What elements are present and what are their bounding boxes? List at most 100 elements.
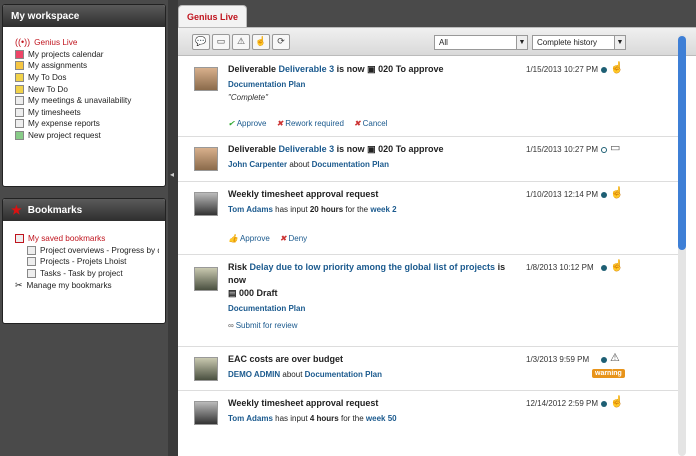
nav-timesheets[interactable]: My timesheets [15, 107, 159, 119]
feed-item: Weekly timesheet approval request Tom Ad… [178, 182, 678, 255]
tab-genius-live[interactable]: Genius Live [178, 5, 248, 27]
state-icon: ▣ [367, 144, 376, 154]
action-bar: ∞ Submit for review [228, 321, 298, 330]
workspace-title: My workspace [11, 10, 80, 22]
user-link[interactable]: Tom Adams [228, 414, 273, 423]
deliverable-link[interactable]: Deliverable 3 [279, 144, 335, 154]
timestamp: 12/14/2012 2:59 PM [526, 399, 599, 408]
plan-link[interactable]: Documentation Plan [305, 370, 382, 379]
timestamp: 1/15/2013 10:27 PM [526, 145, 599, 154]
collapse-handle-icon[interactable]: ◂ [170, 170, 174, 179]
refresh-icon[interactable]: ⟳ [272, 33, 290, 50]
user-link[interactable]: DEMO ADMIN [228, 370, 280, 379]
nav-expense-reports[interactable]: My expense reports [15, 118, 159, 130]
feed-item: Weekly timesheet approval request Tom Ad… [178, 391, 678, 441]
feed-item: Deliverable Deliverable 3 is now ▣ 020 T… [178, 137, 678, 182]
workspace-panel: My workspace ((•)) Genius Live My project… [2, 4, 166, 187]
inbox-icon[interactable]: ▭ [610, 141, 620, 154]
vertical-scrollbar[interactable] [678, 34, 686, 456]
timestamp: 1/3/2013 9:59 PM [526, 355, 590, 364]
feed-toolbar: 💬 ▭ ⚠ ☝ ⟳ All ▼ Complete history ▼ [178, 28, 696, 56]
star-icon: ★ [11, 203, 22, 217]
avatar [194, 147, 218, 171]
cross-icon: ✖ [276, 119, 284, 128]
warning-icon[interactable]: ⚠ [610, 351, 620, 364]
nav-new-project-request[interactable]: New project request [15, 130, 159, 142]
unread-dot [601, 357, 607, 363]
cross-icon: ✖ [279, 234, 287, 243]
user-link[interactable]: John Carpenter [228, 160, 287, 169]
tools-icon: ✂ [15, 279, 23, 290]
review-icon: ∞ [228, 321, 234, 330]
unread-dot [601, 192, 607, 198]
plan-link[interactable]: Documentation Plan [312, 160, 389, 169]
feed-container: 💬 ▭ ⚠ ☝ ⟳ All ▼ Complete history ▼ Deliv… [178, 27, 696, 456]
bookmark-item[interactable]: Projects - Projets Lhoist [15, 256, 159, 268]
entry-title: EAC costs are over budget [228, 354, 344, 364]
hand-icon[interactable]: ☝ [610, 395, 624, 408]
bookmarks-panel: ★ Bookmarks My saved bookmarks Project o… [2, 198, 166, 324]
user-link[interactable]: Tom Adams [228, 205, 273, 214]
bookmarks-title: Bookmarks [27, 204, 83, 216]
bookmark-item[interactable]: Project overviews - Progress by deli [15, 245, 159, 257]
feed-list: Deliverable Deliverable 3 is now ▣ 020 T… [178, 57, 678, 456]
submit-review-button[interactable]: ∞ Submit for review [228, 321, 298, 330]
plan-link[interactable]: Documentation Plan [228, 304, 305, 313]
calendar-icon [15, 49, 24, 59]
week-link[interactable]: week 2 [370, 205, 396, 214]
timestamp: 1/15/2013 10:27 PM [526, 65, 599, 74]
nav-meetings[interactable]: My meetings & unavailability [15, 95, 159, 107]
meeting-icon [15, 96, 24, 106]
nav-genius-live[interactable]: ((•)) Genius Live [15, 37, 159, 49]
hand-icon[interactable]: ☝ [252, 33, 270, 50]
hand-icon[interactable]: ☝ [610, 61, 624, 74]
bookmarks-header: ★ Bookmarks [3, 199, 165, 221]
entry-title: Weekly timesheet approval request [228, 189, 379, 199]
approve-button[interactable]: 👍 Approve [228, 234, 270, 243]
project-request-icon [15, 131, 24, 141]
history-select[interactable]: Complete history ▼ [532, 35, 626, 50]
entry-title: Weekly timesheet approval request [228, 398, 379, 408]
manage-bookmarks[interactable]: ✂ Manage my bookmarks [15, 279, 159, 291]
deliverable-link[interactable]: Deliverable 3 [279, 64, 335, 74]
panel-gutter [168, 0, 178, 456]
nav-my-assignments[interactable]: My assignments [15, 60, 159, 72]
inbox-icon[interactable]: ▭ [212, 33, 230, 50]
approve-button[interactable]: ✔ Approve [228, 119, 267, 128]
hand-icon[interactable]: ☝ [610, 259, 624, 272]
new-todo-icon [15, 84, 24, 94]
nav-projects-calendar[interactable]: My projects calendar [15, 49, 159, 61]
warning-icon[interactable]: ⚠ [232, 33, 250, 50]
comment-text: "Complete" [228, 93, 268, 102]
nav-my-todos[interactable]: My To Dos [15, 72, 159, 84]
main-area: Genius Live 💬 ▭ ⚠ ☝ ⟳ All ▼ Complete his… [178, 5, 696, 456]
check-icon: ✔ [228, 119, 235, 128]
risk-link[interactable]: Delay due to low priority among the glob… [250, 262, 496, 272]
deny-button[interactable]: ✖ Deny [280, 234, 307, 243]
grid-icon [27, 245, 36, 255]
avatar [194, 67, 218, 91]
state-icon: ▤ [228, 288, 237, 298]
week-link[interactable]: week 50 [366, 414, 397, 423]
comment-icon[interactable]: 💬 [192, 33, 210, 50]
avatar [194, 357, 218, 381]
cancel-button[interactable]: ✖ Cancel [354, 119, 388, 128]
hand-icon[interactable]: ☝ [610, 186, 624, 199]
saved-bookmarks[interactable]: My saved bookmarks [15, 233, 159, 245]
feed-item: Risk Delay due to low priority among the… [178, 255, 678, 347]
bookmark-item[interactable]: Tasks - Task by project [15, 268, 159, 280]
thumbs-up-icon: 👍 [228, 234, 238, 243]
timestamp: 1/10/2013 12:14 PM [526, 190, 599, 199]
grid-icon [27, 257, 36, 267]
avatar [194, 401, 218, 425]
feed-item: EAC costs are over budget DEMO ADMIN abo… [178, 347, 678, 391]
plan-link[interactable]: Documentation Plan [228, 80, 305, 89]
action-bar: ✔ Approve ✖ Rework required ✖ Cancel [228, 119, 388, 128]
scrollbar-thumb[interactable] [678, 36, 686, 250]
rework-button[interactable]: ✖ Rework required [277, 119, 344, 128]
unread-dot [601, 265, 607, 271]
todo-icon [15, 73, 24, 83]
filter-select[interactable]: All ▼ [434, 35, 528, 50]
nav-new-todo[interactable]: New To Do [15, 83, 159, 95]
grid-icon [27, 269, 36, 279]
